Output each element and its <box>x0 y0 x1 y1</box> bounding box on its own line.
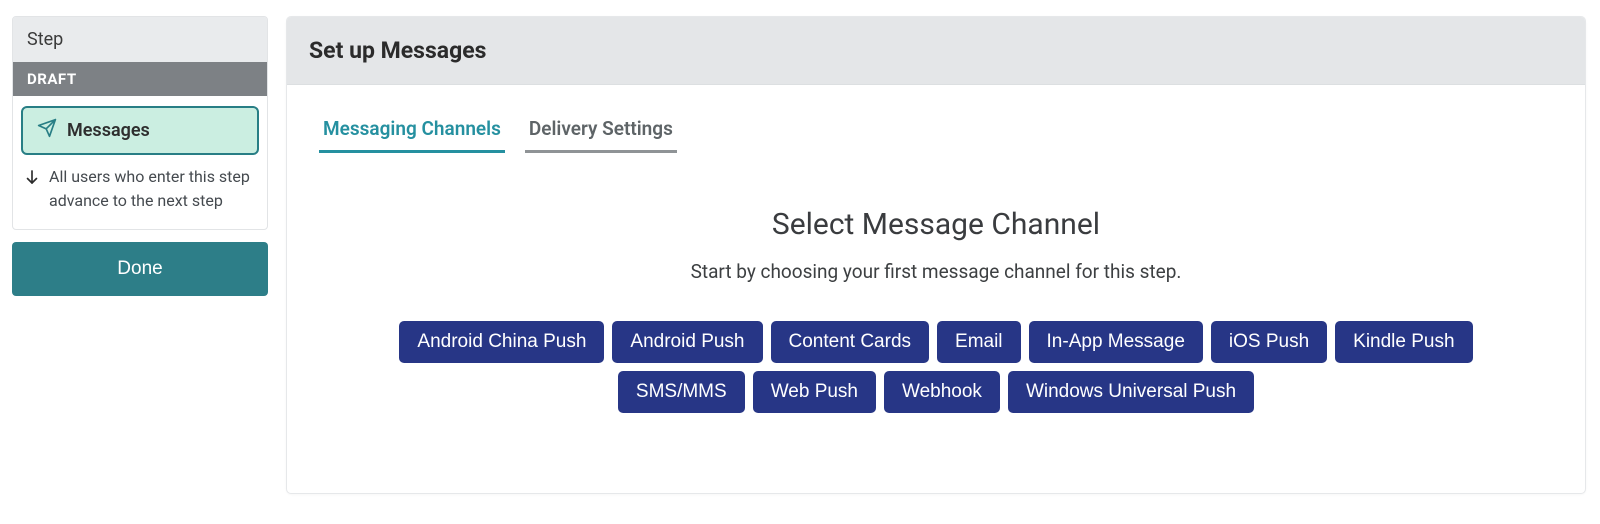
channel-sms-mms[interactable]: SMS/MMS <box>618 371 745 413</box>
select-channel-subtitle: Start by choosing your first message cha… <box>317 260 1555 283</box>
advance-description: All users who enter this step advance to… <box>13 163 267 229</box>
tab-delivery-settings[interactable]: Delivery Settings <box>525 109 677 153</box>
channel-webhook[interactable]: Webhook <box>884 371 1000 413</box>
panel-title: Set up Messages <box>287 17 1585 85</box>
messages-step-pill[interactable]: Messages <box>21 106 259 155</box>
paper-plane-icon <box>37 118 57 143</box>
draft-badge: DRAFT <box>13 62 267 96</box>
messages-pill-label: Messages <box>67 120 150 141</box>
done-button[interactable]: Done <box>12 242 268 296</box>
tabs-bar: Messaging Channels Delivery Settings <box>287 85 1585 153</box>
sidebar: Step DRAFT Messages <box>12 16 268 296</box>
channel-email[interactable]: Email <box>937 321 1021 363</box>
arrow-down-icon <box>23 165 41 193</box>
channel-in-app-message[interactable]: In-App Message <box>1029 321 1203 363</box>
channel-web-push[interactable]: Web Push <box>753 371 876 413</box>
channel-kindle-push[interactable]: Kindle Push <box>1335 321 1472 363</box>
channel-grid: Android China Push Android Push Content … <box>386 321 1486 413</box>
step-header: Step <box>13 17 267 62</box>
channel-windows-universal-push[interactable]: Windows Universal Push <box>1008 371 1254 413</box>
select-channel-title: Select Message Channel <box>317 207 1555 242</box>
content-area: Select Message Channel Start by choosing… <box>287 153 1585 453</box>
advance-text-label: All users who enter this step advance to… <box>49 165 255 213</box>
main-panel: Set up Messages Messaging Channels Deliv… <box>286 16 1586 494</box>
channel-ios-push[interactable]: iOS Push <box>1211 321 1327 363</box>
tab-messaging-channels[interactable]: Messaging Channels <box>319 109 505 153</box>
step-card: Step DRAFT Messages <box>12 16 268 230</box>
channel-content-cards[interactable]: Content Cards <box>771 321 930 363</box>
channel-android-push[interactable]: Android Push <box>612 321 762 363</box>
channel-android-china-push[interactable]: Android China Push <box>399 321 604 363</box>
